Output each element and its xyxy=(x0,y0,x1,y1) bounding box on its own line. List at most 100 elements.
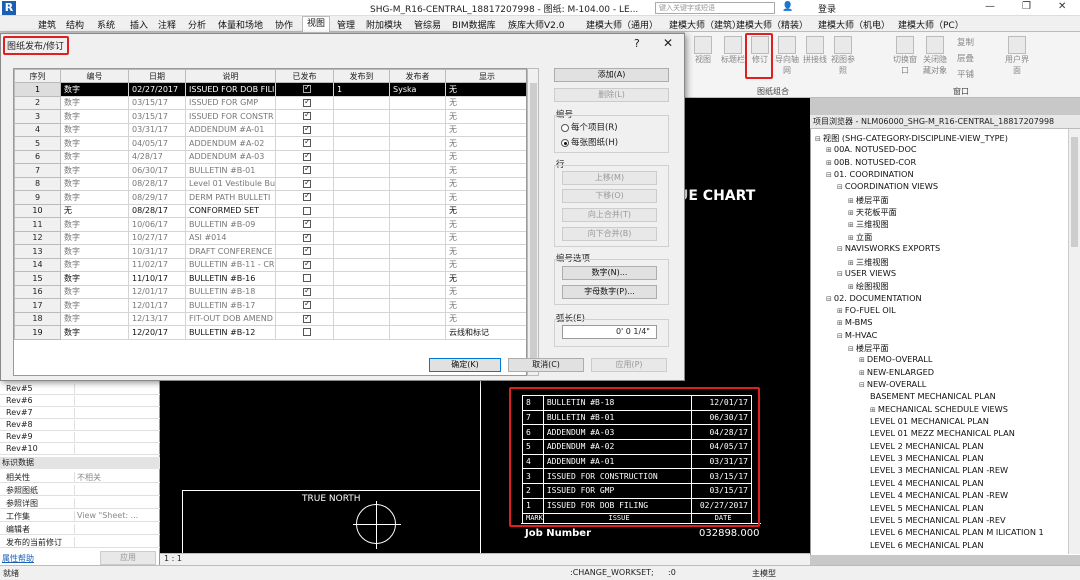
sequence-cell[interactable]: 1 xyxy=(14,82,61,97)
issued-by-cell[interactable] xyxy=(389,190,446,205)
collapse-icon[interactable]: ⊟ xyxy=(837,270,843,278)
issued-cell[interactable] xyxy=(275,311,334,326)
revision-row[interactable]: 18数字12/13/17FIT-OUT DOB AMEND 无 xyxy=(14,311,526,326)
column-header[interactable]: 日期 xyxy=(128,69,186,83)
issued-checkbox[interactable] xyxy=(303,206,311,215)
description-cell[interactable]: ISSUED FOR DOB FILI xyxy=(185,82,276,97)
maximize-icon[interactable]: ❐ xyxy=(1022,1,1031,12)
properties-help-link[interactable]: 属性帮助 xyxy=(2,553,34,564)
replicate-button[interactable]: 复制 xyxy=(957,36,974,48)
issued-by-cell[interactable] xyxy=(389,284,446,299)
issued-to-cell[interactable] xyxy=(333,149,390,164)
tab-modeling-general[interactable]: 建模大师（通用） xyxy=(586,18,658,31)
cancel-button[interactable]: 取消(C) xyxy=(508,358,584,372)
numbering-cell[interactable]: 数字 xyxy=(60,176,129,191)
tab-structure[interactable]: 结构 xyxy=(66,18,84,31)
revision-row[interactable]: 17数字12/01/17BULLETIN #B-17 无 xyxy=(14,298,526,313)
column-header[interactable]: 发布到 xyxy=(333,69,390,83)
description-cell[interactable]: CONFORMED SET xyxy=(185,203,276,218)
tab-systems[interactable]: 系统 xyxy=(97,18,115,31)
browser-node[interactable]: ⊞ 00A. NOTUSED-DOC xyxy=(826,144,917,154)
expand-icon[interactable]: ⊞ xyxy=(837,319,843,327)
date-cell[interactable]: 08/28/17 xyxy=(128,203,186,218)
date-cell[interactable]: 06/30/17 xyxy=(128,163,186,178)
matchline-button[interactable]: 拼接线 xyxy=(803,36,827,65)
issued-cell[interactable] xyxy=(275,298,334,313)
issued-to-cell[interactable] xyxy=(333,244,390,259)
property-row[interactable]: Rev#7 xyxy=(0,407,160,419)
design-option-select[interactable]: 主模型 xyxy=(752,568,776,579)
issued-checkbox[interactable] xyxy=(303,299,311,310)
tab-modeling-mep[interactable]: 建模大师（机电） xyxy=(818,18,890,31)
close-icon[interactable]: ✕ xyxy=(663,36,673,50)
sequence-cell[interactable]: 17 xyxy=(14,298,61,313)
browser-node[interactable]: ⊟ COORDINATION VIEWS xyxy=(837,181,938,191)
grid-scrollbar[interactable] xyxy=(527,68,539,376)
tab-addins[interactable]: 附加模块 xyxy=(366,18,402,31)
sequence-cell[interactable]: 8 xyxy=(14,176,61,191)
date-cell[interactable]: 4/28/17 xyxy=(128,149,186,164)
tab-modeling-decor[interactable]: 建模大师（精装） xyxy=(736,18,808,31)
numbering-cell[interactable]: 数字 xyxy=(60,149,129,164)
tab-bim-db[interactable]: BIM数据库 xyxy=(452,18,496,31)
issued-checkbox[interactable] xyxy=(303,286,311,296)
login-button[interactable]: 登录 xyxy=(818,2,836,15)
description-cell[interactable]: ADDENDUM #A-01 xyxy=(185,122,276,137)
issued-by-cell[interactable] xyxy=(389,163,446,178)
property-row[interactable]: Rev#9 xyxy=(0,431,160,443)
user-interface-button[interactable]: 用户界面 xyxy=(1005,36,1029,76)
show-cell[interactable]: 无 xyxy=(445,149,526,164)
numbering-cell[interactable]: 无 xyxy=(60,203,129,218)
revision-row[interactable]: 12数字10/27/17ASI #014 无 xyxy=(14,230,526,245)
issued-cell[interactable] xyxy=(275,230,334,245)
expand-icon[interactable]: ⊞ xyxy=(848,234,854,242)
browser-node[interactable]: ⊞ MECHANICAL SCHEDULE VIEWS xyxy=(870,404,1008,414)
revision-row[interactable]: 16数字12/01/17BULLETIN #B-18 无 xyxy=(14,284,526,299)
browser-node[interactable]: ⊞ 绘图视图 xyxy=(848,280,889,292)
revision-row[interactable]: 8数字08/28/17Level 01 Vestibule Bul 无 xyxy=(14,176,526,191)
revision-row[interactable]: 4数字03/31/17ADDENDUM #A-01 无 xyxy=(14,122,526,137)
issued-to-cell[interactable] xyxy=(333,271,390,286)
issued-to-cell[interactable] xyxy=(333,95,390,110)
browser-node[interactable]: ⊞ 楼层平面 xyxy=(848,194,889,206)
view-reference-button[interactable]: 视图参照 xyxy=(831,36,855,76)
browser-node[interactable]: BASEMENT MECHANICAL PLAN xyxy=(870,391,996,401)
numbering-cell[interactable]: 数字 xyxy=(60,163,129,178)
date-cell[interactable]: 10/31/17 xyxy=(128,244,186,259)
issued-cell[interactable] xyxy=(275,217,334,232)
column-header[interactable]: 发布者 xyxy=(389,69,446,83)
show-cell[interactable]: 无 xyxy=(445,284,526,299)
collapse-icon[interactable]: ⊟ xyxy=(837,245,843,253)
numbering-cell[interactable]: 数字 xyxy=(60,136,129,151)
issued-checkbox[interactable] xyxy=(303,164,311,175)
issued-cell[interactable] xyxy=(275,271,334,286)
issued-checkbox[interactable] xyxy=(303,191,311,202)
move-up-button[interactable]: 上移(M) xyxy=(562,171,657,185)
browser-node[interactable]: ⊞ 三维视图 xyxy=(848,256,889,268)
revision-row[interactable]: 1数字02/27/2017ISSUED FOR DOB FILI1Syska无 xyxy=(14,82,526,97)
apply-button[interactable]: 应用(P) xyxy=(591,358,667,372)
issued-by-cell[interactable] xyxy=(389,176,446,191)
issued-by-cell[interactable] xyxy=(389,95,446,110)
browser-scrollbar[interactable] xyxy=(1068,129,1080,554)
per-project-radio[interactable]: 每个项目(R) xyxy=(561,121,618,133)
show-cell[interactable]: 无 xyxy=(445,203,526,218)
browser-node[interactable]: ⊞ FO-FUEL OIL xyxy=(837,305,896,315)
expand-icon[interactable]: ⊞ xyxy=(859,356,865,364)
collapse-icon[interactable]: ⊟ xyxy=(859,381,865,389)
property-row[interactable]: Rev#5 xyxy=(0,383,160,395)
revision-row[interactable]: 15 数字 11/10/17 BULLETIN #B-16 无 xyxy=(14,271,526,286)
cascade-button[interactable]: 层叠 xyxy=(957,52,974,64)
browser-node[interactable]: ⊞ M-BMS xyxy=(837,317,872,327)
numeric-button[interactable]: 数字(N)... xyxy=(562,266,657,280)
issued-to-cell[interactable] xyxy=(333,298,390,313)
browser-node[interactable]: LEVEL 5 MECHANICAL PLAN -REV xyxy=(870,515,1006,525)
issued-by-cell[interactable]: Syska xyxy=(389,82,446,97)
issued-by-cell[interactable] xyxy=(389,217,446,232)
per-sheet-radio[interactable]: 每张图纸(H) xyxy=(561,136,618,148)
column-header[interactable]: 已发布 xyxy=(275,69,334,83)
issued-checkbox[interactable] xyxy=(303,328,311,337)
close-hidden-button[interactable]: 关闭隐藏对象 xyxy=(923,36,947,76)
sequence-cell[interactable]: 10 xyxy=(14,203,61,218)
expand-icon[interactable]: ⊞ xyxy=(848,197,854,205)
